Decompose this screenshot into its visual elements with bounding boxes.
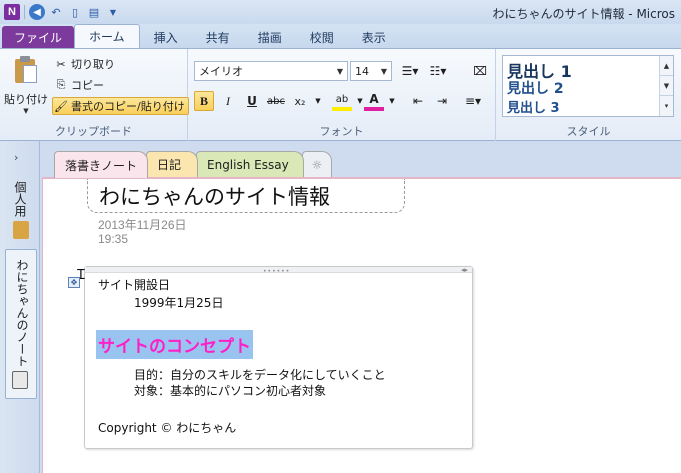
tab-share[interactable]: 共有 [192, 26, 244, 48]
highlight-color-button[interactable]: ab [332, 91, 352, 111]
paintbrush-icon: 🖌 [54, 99, 68, 113]
copy-icon: ⎘ [56, 78, 66, 91]
notebook-personal-icon [13, 221, 29, 239]
expand-nav-icon[interactable]: › [14, 151, 18, 164]
copyright-text[interactable]: Copyright © わにちゃん [98, 419, 236, 436]
cut-button[interactable]: ✂ 切り取り [54, 55, 115, 73]
paste-button[interactable]: 貼り付け ▼ [4, 55, 48, 117]
clipboard-group: 貼り付け ▼ ✂ 切り取り ⎘ コピー 🖌 書式のコピー/貼り付け クリップボー… [0, 49, 189, 141]
section-tab-rakugaki[interactable]: 落書きノート [54, 151, 148, 178]
container-drag-handle[interactable]: •••••• ◂▸ [85, 266, 472, 275]
page-date: 2013年11月26日 [98, 218, 187, 232]
copy-button[interactable]: ⎘ コピー [54, 76, 104, 94]
clear-formatting-icon[interactable]: ⌧ [470, 61, 490, 81]
paragraph-align-icon[interactable]: ≡▾ [460, 91, 486, 111]
paste-dropdown-icon[interactable]: ▼ [23, 107, 28, 115]
purpose-text[interactable]: 目的：自分のスキルをデータ化にしていくこと [134, 366, 386, 383]
chevron-down-icon: ▼ [336, 66, 344, 76]
notebook-wanichan[interactable]: わにちゃんのノート [14, 259, 31, 367]
font-group-label: フォント [319, 125, 364, 138]
numbering-icon[interactable]: ☷▾ [426, 61, 450, 81]
styles-gallery[interactable]: 見出し 1 見出し 2 見出し 3 ▲ ▼ ▾ [502, 55, 674, 117]
section-tab-english-essay[interactable]: English Essay [196, 151, 304, 177]
styles-scrollbar[interactable]: ▲ ▼ ▾ [659, 56, 673, 116]
scroll-down-icon[interactable]: ▼ [660, 76, 673, 96]
style-heading-3[interactable]: 見出し 3 [507, 97, 560, 116]
site-open-date[interactable]: 1999年1月25日 [134, 294, 223, 311]
bullets-icon[interactable]: ☰▾ [398, 61, 422, 81]
open-book-icon [12, 371, 28, 389]
clipboard-group-label: クリップボード [55, 125, 132, 138]
workspace: › 個人用 わにちゃんのノート 落書きノート 日記 English Essay … [0, 141, 681, 473]
page-canvas[interactable]: わにちゃんのサイト情報 2013年11月26日 19:35 •••••• ◂▸ … [42, 177, 681, 473]
subscript-button[interactable]: x₂ [290, 91, 310, 111]
page-time: 19:35 [98, 232, 129, 246]
cut-label: 切り取り [71, 58, 115, 71]
new-section-icon[interactable]: ☼ [302, 151, 332, 177]
section-tab-nikki[interactable]: 日記 [146, 151, 198, 177]
site-open-label[interactable]: サイト開設日 [98, 276, 170, 293]
bold-button[interactable]: B [194, 91, 214, 111]
tab-home[interactable]: ホーム [74, 24, 140, 48]
dock-to-desktop-icon[interactable]: ▯ [67, 4, 83, 20]
font-size-select[interactable]: 14 ▼ [350, 61, 392, 81]
font-color-dropdown-icon[interactable]: ▼ [382, 91, 402, 111]
paste-label: 貼り付け [4, 93, 48, 106]
full-page-view-icon[interactable]: ▤ [86, 4, 102, 20]
notebook-nav-pane: › 個人用 わにちゃんのノート [0, 141, 40, 473]
font-name-select[interactable]: メイリオ ▼ [194, 61, 348, 81]
chevron-down-icon: ▼ [380, 66, 388, 76]
ribbon-tab-bar: ファイル ホーム 挿入 共有 描画 校閲 表示 [0, 24, 681, 48]
tab-draw[interactable]: 描画 [244, 26, 296, 48]
window-title: わにちゃんのサイト情報 - Micros [492, 7, 675, 21]
strikethrough-button[interactable]: abc [266, 91, 286, 111]
undo-icon[interactable]: ↶ [48, 4, 64, 20]
back-icon[interactable]: ◀ [29, 4, 45, 20]
copy-label: コピー [71, 79, 104, 92]
notebook-personal[interactable]: 個人用 [12, 181, 29, 217]
onenote-logo-icon[interactable]: N [4, 4, 20, 20]
title-bar: N ◀ ↶ ▯ ▤ ▼ わにちゃんのサイト情報 - Micros [0, 0, 681, 24]
font-group: メイリオ ▼ 14 ▼ ☰▾ ☷▾ ⌧ B I U abc x₂ ▼ ab ▼ … [188, 49, 496, 141]
font-name-value: メイリオ [199, 65, 243, 78]
tab-review[interactable]: 校閲 [296, 26, 348, 48]
paste-icon [13, 55, 39, 85]
more-styles-icon[interactable]: ▾ [660, 96, 673, 116]
subscript-dropdown-icon[interactable]: ▼ [308, 91, 328, 111]
font-color-button[interactable]: A [364, 91, 384, 111]
qat-separator [24, 5, 25, 19]
tab-insert[interactable]: 挿入 [140, 26, 192, 48]
tab-view[interactable]: 表示 [348, 26, 400, 48]
style-heading-2[interactable]: 見出し 2 [507, 78, 564, 98]
scissors-icon: ✂ [56, 57, 66, 71]
move-handle-icon[interactable]: ✥ [68, 277, 80, 288]
styles-group-label: スタイル [566, 125, 611, 138]
font-size-value: 14 [355, 64, 369, 78]
grip-dots-icon: •••••• [263, 268, 291, 275]
italic-button[interactable]: I [218, 91, 238, 111]
underline-button[interactable]: U [242, 91, 262, 111]
customize-qat-icon[interactable]: ▼ [105, 4, 121, 20]
page-title[interactable]: わにちゃんのサイト情報 [99, 181, 330, 211]
format-painter-button[interactable]: 🖌 書式のコピー/貼り付け [52, 97, 189, 115]
tab-file[interactable]: ファイル [2, 26, 75, 48]
section-tab-bar: 落書きノート 日記 English Essay ☼ [40, 141, 681, 178]
format-painter-label: 書式のコピー/貼り付け [71, 100, 185, 113]
decrease-indent-icon[interactable]: ⇤ [408, 91, 428, 111]
resize-arrows-icon[interactable]: ◂▸ [461, 266, 468, 274]
increase-indent-icon[interactable]: ⇥ [432, 91, 452, 111]
ribbon: 貼り付け ▼ ✂ 切り取り ⎘ コピー 🖌 書式のコピー/貼り付け クリップボー… [0, 48, 681, 141]
target-text[interactable]: 対象：基本的にパソコン初心者対象 [134, 382, 326, 399]
concept-heading[interactable]: サイトのコンセプト [96, 330, 253, 359]
scroll-up-icon[interactable]: ▲ [660, 56, 673, 76]
